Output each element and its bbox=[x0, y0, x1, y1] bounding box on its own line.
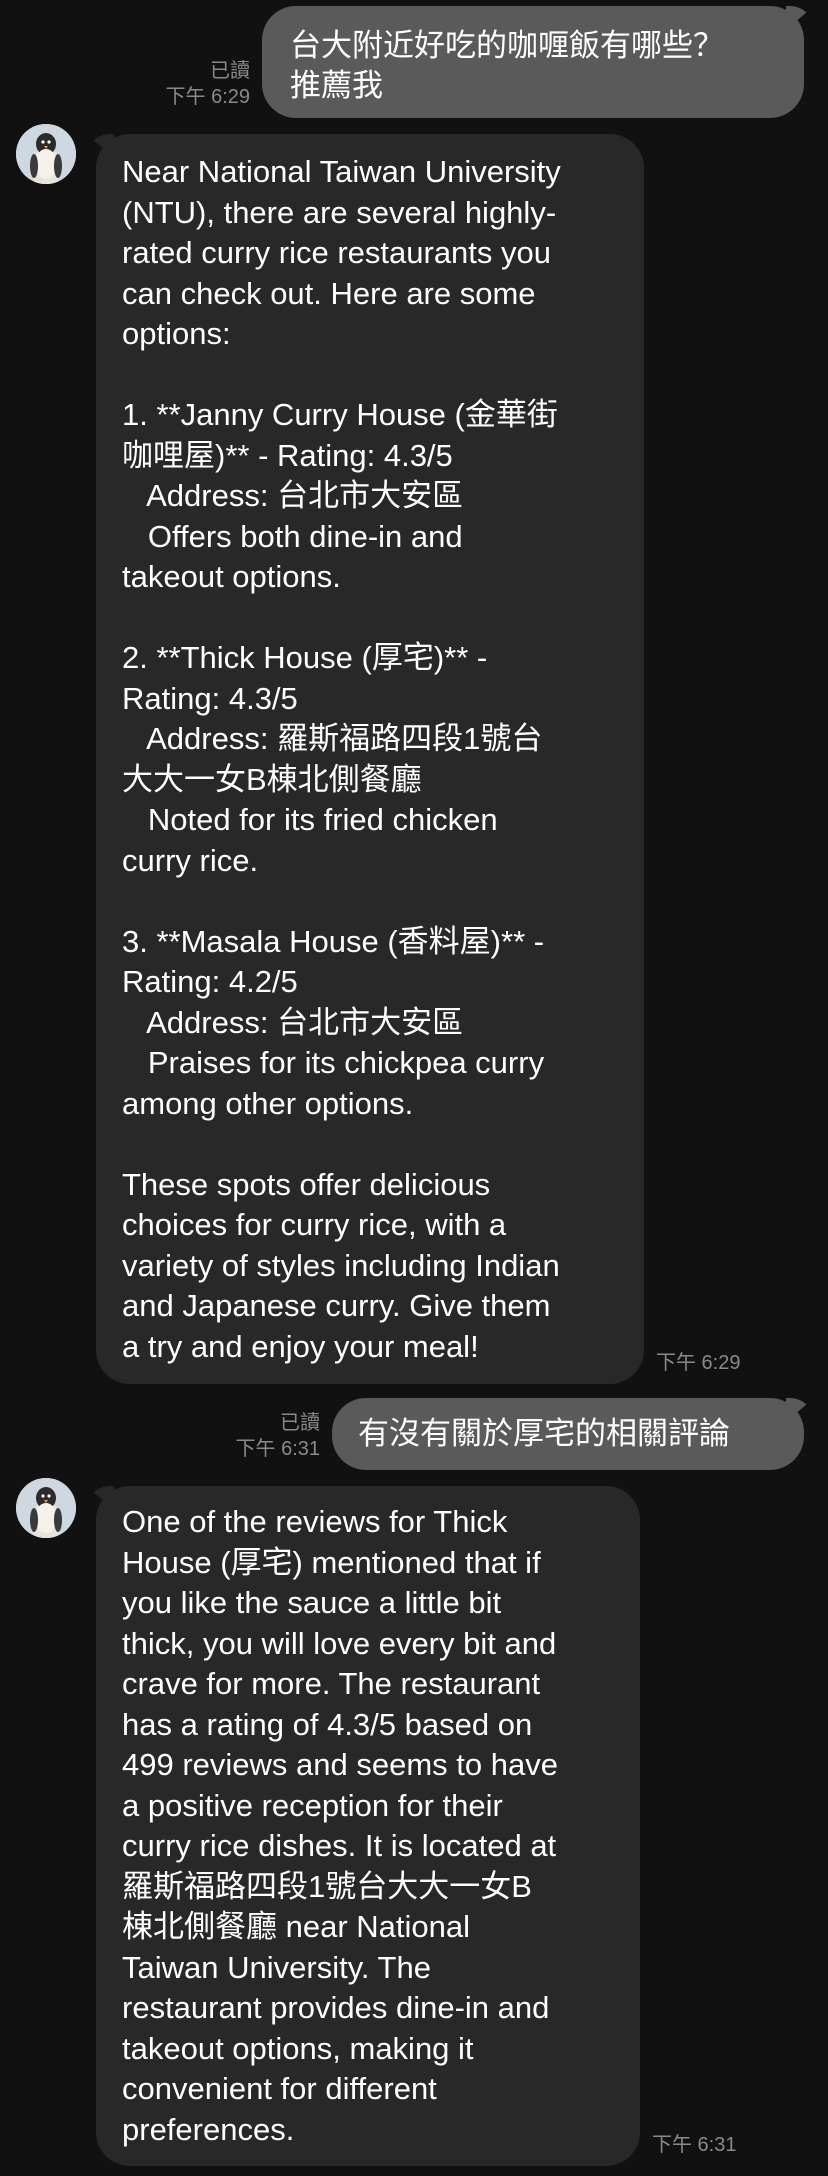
penguin-avatar-icon[interactable] bbox=[16, 124, 76, 184]
message-line: Address: 台北市大安區 bbox=[122, 478, 464, 513]
message-line bbox=[122, 1124, 618, 1165]
message-line: rated curry rice restaurants you bbox=[122, 235, 552, 270]
bubble-tail bbox=[786, 1398, 814, 1422]
message-line: One of the reviews for Thick bbox=[122, 1504, 508, 1539]
message-line: among other options. bbox=[122, 1085, 414, 1121]
message-line: convenient for different bbox=[122, 2071, 437, 2106]
message-line: 3. **Masala House (香料屋)** - bbox=[122, 923, 545, 959]
message-line: restaurant provides dine-in and bbox=[122, 1990, 550, 2025]
bubble-tail bbox=[86, 134, 114, 158]
message-time: 下午 6:31 bbox=[652, 2134, 737, 2156]
message-line: a try and enjoy your meal! bbox=[122, 1328, 479, 1364]
message-line bbox=[122, 355, 618, 396]
message-line: choices for curry rice, with a bbox=[122, 1207, 507, 1242]
read-label: 已讀 bbox=[280, 1412, 320, 1434]
message-line bbox=[122, 881, 618, 922]
message-line: 1. **Janny Curry House (金華街 bbox=[122, 397, 558, 432]
message-line: can check out. Here are some bbox=[122, 275, 536, 311]
message-line: variety of styles including Indian bbox=[122, 1247, 560, 1283]
message-line: 大大一女B棟北側餐廳 bbox=[122, 761, 422, 797]
message-body: Near National Taiwan University (NTU), th… bbox=[122, 152, 618, 1367]
message-line: curry rice. bbox=[122, 842, 259, 878]
message-time: 下午 6:29 bbox=[165, 86, 250, 108]
message-line: has a rating of 4.3/5 based on bbox=[122, 1706, 533, 1742]
outgoing-message-bubble[interactable]: 有沒有關於厚宅的相關評論 bbox=[332, 1398, 814, 1470]
message-line: House (厚宅) mentioned that if bbox=[122, 1544, 541, 1580]
message-line: 台大附近好吃的咖喱飯有哪些？ bbox=[290, 28, 724, 63]
message-line: options: bbox=[122, 316, 231, 351]
message-line: preferences. bbox=[122, 2111, 295, 2147]
message-line: takeout options, making it bbox=[122, 2030, 474, 2066]
bubble-tail bbox=[86, 1486, 114, 1510]
message-line: Noted for its fried chicken bbox=[122, 802, 498, 837]
message-line: 有沒有關於厚宅的相關評論 bbox=[358, 1416, 730, 1451]
message-line: Offers both dine-in and bbox=[122, 518, 463, 554]
message-line: takeout options. bbox=[122, 559, 341, 594]
message-time: 下午 6:29 bbox=[656, 1352, 741, 1374]
message-line: 499 reviews and seems to have bbox=[122, 1747, 558, 1782]
message-line: 推薦我 bbox=[290, 68, 383, 103]
message-line: (NTU), there are several highly- bbox=[122, 194, 557, 230]
message-line: Rating: 4.3/5 bbox=[122, 680, 298, 716]
message-line: These spots offer delicious bbox=[122, 1166, 491, 1202]
message-line: Address: 羅斯福路四段1號台 bbox=[122, 721, 543, 756]
read-receipt: 已讀 下午 6:31 bbox=[200, 1410, 320, 1462]
penguin-avatar-icon[interactable] bbox=[16, 1478, 76, 1538]
message-line: Praises for its chickpea curry bbox=[122, 1045, 545, 1080]
message-line bbox=[122, 598, 618, 639]
message-line: you like the sauce a little bit bbox=[122, 1585, 502, 1620]
outgoing-message-bubble[interactable]: 台大附近好吃的咖喱飯有哪些？ 推薦我 bbox=[262, 6, 814, 118]
message-line: 2. **Thick House (厚宅)** - bbox=[122, 640, 488, 675]
message-body: One of the reviews for Thick House (厚宅) m… bbox=[122, 1502, 614, 2150]
message-line: and Japanese curry. Give them bbox=[122, 1288, 551, 1323]
message-line: 咖哩屋)** - Rating: 4.3/5 bbox=[122, 437, 453, 473]
message-line: Rating: 4.2/5 bbox=[122, 964, 298, 999]
message-line: 羅斯福路四段1號台大大一女B bbox=[122, 1868, 532, 1904]
message-line: curry rice dishes. It is located at bbox=[122, 1828, 557, 1863]
incoming-message-bubble[interactable]: One of the reviews for Thick House (厚宅) m… bbox=[86, 1486, 640, 2166]
message-line: crave for more. The restaurant bbox=[122, 1666, 541, 1701]
bubble-tail bbox=[786, 6, 814, 30]
incoming-message-bubble[interactable]: Near National Taiwan University (NTU), th… bbox=[86, 134, 644, 1384]
message-line: 棟北側餐廳 near National bbox=[122, 1909, 471, 1944]
message-line: Taiwan University. The bbox=[122, 1949, 431, 1985]
message-time: 下午 6:31 bbox=[235, 1438, 320, 1460]
message-line: Address: 台北市大安區 bbox=[122, 1004, 464, 1040]
message-line: Near National Taiwan University bbox=[122, 154, 561, 189]
read-label: 已讀 bbox=[210, 60, 250, 82]
read-receipt: 已讀 下午 6:29 bbox=[120, 58, 250, 110]
message-line: a positive reception for their bbox=[122, 1787, 503, 1823]
message-line: thick, you will love every bit and bbox=[122, 1625, 557, 1661]
